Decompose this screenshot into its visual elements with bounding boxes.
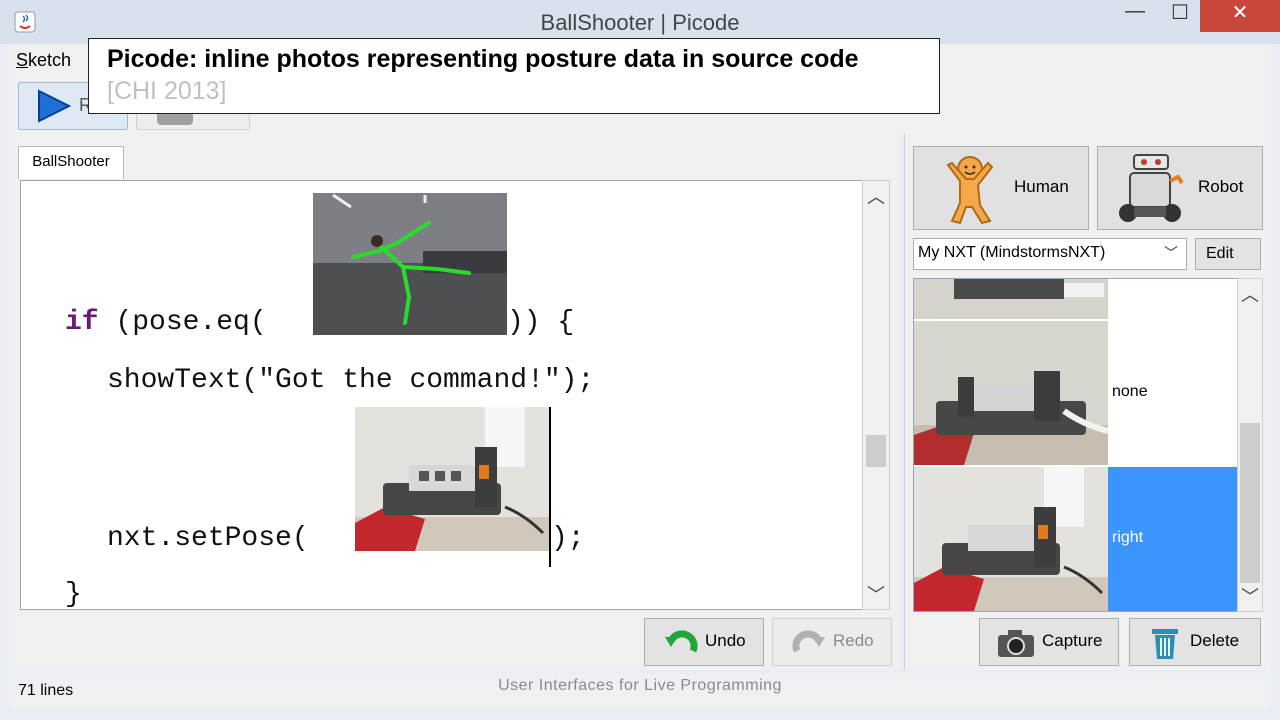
robot-icon <box>1119 154 1184 222</box>
code-line-1: if (pose.eq( <box>65 307 267 338</box>
menu-sketch[interactable]: Sketch <box>16 50 71 71</box>
capture-button[interactable]: Capture <box>979 618 1119 666</box>
slide-callout: Picode: inline photos representing postu… <box>88 38 940 114</box>
undo-button[interactable]: Undo <box>644 618 764 666</box>
editor-pane: BallShooter if (pose.eq( )) { showText("… <box>10 134 900 670</box>
menu-sketch-mnemonic: S <box>16 50 29 70</box>
pose-list[interactable]: none right <box>913 278 1239 612</box>
pose-photo-robot[interactable] <box>355 407 549 551</box>
capture-label: Capture <box>1042 631 1103 650</box>
robot-label: Robot <box>1198 177 1244 196</box>
code-line-1-text: (pose.eq( <box>98 307 267 338</box>
chevron-down-icon: ﹀ <box>1164 245 1178 261</box>
pose-pane: Human Robot My NXT (MindstormsNXT) ﹀ Edi… <box>904 134 1271 670</box>
pose-item-label: right <box>1112 529 1144 546</box>
maximize-button[interactable]: ☐ <box>1160 0 1200 34</box>
human-button[interactable]: Human <box>913 146 1089 230</box>
camera-icon <box>998 630 1034 657</box>
pose-thumbnail <box>914 279 1108 319</box>
robot-button[interactable]: Robot <box>1097 146 1263 230</box>
pose-item-label: none <box>1112 383 1148 400</box>
pose-list-item[interactable]: none <box>914 321 1238 465</box>
code-editor[interactable]: if (pose.eq( )) { showText("Got the comm… <box>20 180 874 610</box>
scroll-down-icon[interactable]: ﹀ <box>1238 583 1262 609</box>
play-icon <box>38 89 72 123</box>
redo-label: Redo <box>833 631 874 650</box>
code-keyword-if: if <box>65 307 99 338</box>
code-line-2: showText("Got the command!"); <box>107 365 595 396</box>
window-title: BallShooter | Picode <box>540 10 740 35</box>
code-line-1-tail: )) { <box>507 307 575 338</box>
code-line-3: nxt.setPose( <box>107 523 309 554</box>
pose-list-item[interactable] <box>914 279 1238 319</box>
pose-thumbnail <box>914 321 1109 465</box>
callout-subtitle: [CHI 2013] <box>107 77 227 105</box>
tab-ballshooter[interactable]: BallShooter <box>18 146 124 179</box>
device-select-value: My NXT (MindstormsNXT) <box>918 244 1106 261</box>
human-icon <box>946 156 994 225</box>
scroll-down-icon[interactable]: ﹀ <box>863 581 889 607</box>
edit-label: Edit <box>1206 245 1234 262</box>
redo-button[interactable]: Redo <box>772 618 892 666</box>
menu-sketch-label: ketch <box>28 50 72 70</box>
scroll-up-icon[interactable]: ︿ <box>863 183 889 209</box>
pose-thumbnail <box>914 467 1108 611</box>
edit-device-button[interactable]: Edit <box>1195 238 1261 270</box>
redo-icon <box>792 630 825 653</box>
slide-footer: User Interfaces for Live Programming <box>498 677 782 694</box>
human-label: Human <box>1014 177 1069 196</box>
pose-list-item-selected[interactable]: right <box>914 467 1238 611</box>
undo-label: Undo <box>705 631 746 650</box>
pose-photo-human[interactable] <box>313 193 507 335</box>
close-button[interactable]: ✕ <box>1200 0 1280 32</box>
pose-list-scrollbar[interactable]: ︿ ﹀ <box>1237 278 1263 612</box>
undo-icon <box>665 630 698 653</box>
pose-list-scroll-thumb[interactable] <box>1240 423 1260 583</box>
minimize-button[interactable]: — <box>1120 0 1150 34</box>
scroll-up-icon[interactable]: ︿ <box>1238 281 1262 307</box>
editor-scroll-thumb[interactable] <box>866 435 886 467</box>
trash-icon <box>1152 629 1178 659</box>
editor-scrollbar[interactable]: ︿ ﹀ <box>862 180 890 610</box>
code-line-3-tail: ); <box>551 523 585 554</box>
delete-label: Delete <box>1190 631 1240 650</box>
code-line-4: } <box>65 579 82 610</box>
delete-button[interactable]: Delete <box>1129 618 1261 666</box>
device-select[interactable]: My NXT (MindstormsNXT) ﹀ <box>913 238 1187 270</box>
callout-title: Picode: inline photos representing postu… <box>107 45 859 73</box>
